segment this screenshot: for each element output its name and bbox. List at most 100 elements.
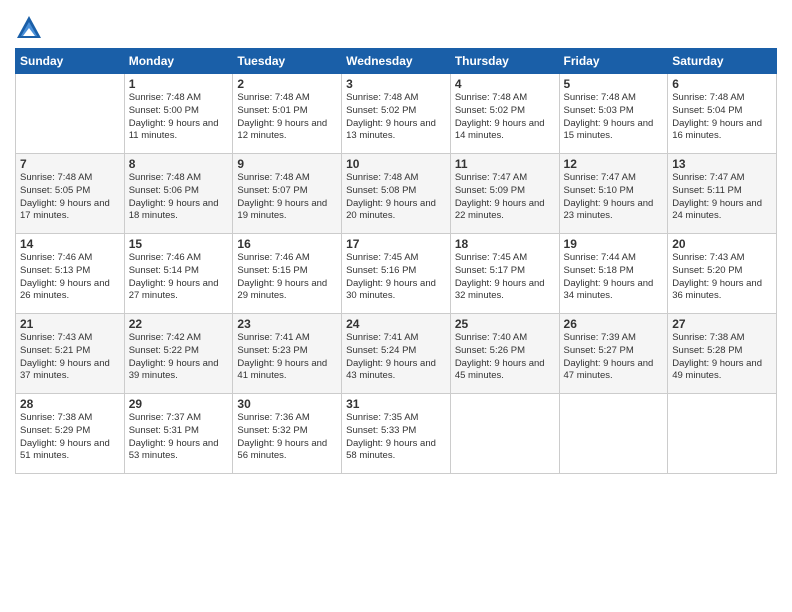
logo — [15, 14, 47, 42]
calendar-cell: 27Sunrise: 7:38 AM Sunset: 5:28 PM Dayli… — [668, 314, 777, 394]
day-number: 31 — [346, 397, 446, 411]
cell-info: Sunrise: 7:36 AM Sunset: 5:32 PM Dayligh… — [237, 412, 337, 463]
header-cell-monday: Monday — [124, 49, 233, 74]
day-number: 4 — [455, 77, 555, 91]
calendar-cell: 7Sunrise: 7:48 AM Sunset: 5:05 PM Daylig… — [16, 154, 125, 234]
calendar-cell: 2Sunrise: 7:48 AM Sunset: 5:01 PM Daylig… — [233, 74, 342, 154]
calendar-cell — [450, 394, 559, 474]
calendar-cell: 10Sunrise: 7:48 AM Sunset: 5:08 PM Dayli… — [342, 154, 451, 234]
day-number: 11 — [455, 157, 555, 171]
calendar-cell: 18Sunrise: 7:45 AM Sunset: 5:17 PM Dayli… — [450, 234, 559, 314]
calendar-cell: 25Sunrise: 7:40 AM Sunset: 5:26 PM Dayli… — [450, 314, 559, 394]
calendar-cell: 20Sunrise: 7:43 AM Sunset: 5:20 PM Dayli… — [668, 234, 777, 314]
calendar-cell: 6Sunrise: 7:48 AM Sunset: 5:04 PM Daylig… — [668, 74, 777, 154]
cell-info: Sunrise: 7:48 AM Sunset: 5:01 PM Dayligh… — [237, 92, 337, 143]
header-cell-friday: Friday — [559, 49, 668, 74]
cell-info: Sunrise: 7:39 AM Sunset: 5:27 PM Dayligh… — [564, 332, 664, 383]
day-number: 24 — [346, 317, 446, 331]
calendar-cell: 13Sunrise: 7:47 AM Sunset: 5:11 PM Dayli… — [668, 154, 777, 234]
calendar-cell — [559, 394, 668, 474]
day-number: 8 — [129, 157, 229, 171]
cell-info: Sunrise: 7:35 AM Sunset: 5:33 PM Dayligh… — [346, 412, 446, 463]
cell-info: Sunrise: 7:46 AM Sunset: 5:15 PM Dayligh… — [237, 252, 337, 303]
cell-info: Sunrise: 7:48 AM Sunset: 5:00 PM Dayligh… — [129, 92, 229, 143]
day-number: 25 — [455, 317, 555, 331]
cell-info: Sunrise: 7:40 AM Sunset: 5:26 PM Dayligh… — [455, 332, 555, 383]
calendar-cell: 22Sunrise: 7:42 AM Sunset: 5:22 PM Dayli… — [124, 314, 233, 394]
day-number: 30 — [237, 397, 337, 411]
calendar-cell: 30Sunrise: 7:36 AM Sunset: 5:32 PM Dayli… — [233, 394, 342, 474]
cell-info: Sunrise: 7:45 AM Sunset: 5:16 PM Dayligh… — [346, 252, 446, 303]
calendar-cell: 29Sunrise: 7:37 AM Sunset: 5:31 PM Dayli… — [124, 394, 233, 474]
day-number: 28 — [20, 397, 120, 411]
calendar-cell: 15Sunrise: 7:46 AM Sunset: 5:14 PM Dayli… — [124, 234, 233, 314]
day-number: 5 — [564, 77, 664, 91]
cell-info: Sunrise: 7:38 AM Sunset: 5:29 PM Dayligh… — [20, 412, 120, 463]
calendar-cell: 24Sunrise: 7:41 AM Sunset: 5:24 PM Dayli… — [342, 314, 451, 394]
calendar-cell: 28Sunrise: 7:38 AM Sunset: 5:29 PM Dayli… — [16, 394, 125, 474]
cell-info: Sunrise: 7:43 AM Sunset: 5:21 PM Dayligh… — [20, 332, 120, 383]
cell-info: Sunrise: 7:44 AM Sunset: 5:18 PM Dayligh… — [564, 252, 664, 303]
calendar-cell: 4Sunrise: 7:48 AM Sunset: 5:02 PM Daylig… — [450, 74, 559, 154]
cell-info: Sunrise: 7:45 AM Sunset: 5:17 PM Dayligh… — [455, 252, 555, 303]
cell-info: Sunrise: 7:37 AM Sunset: 5:31 PM Dayligh… — [129, 412, 229, 463]
cell-info: Sunrise: 7:48 AM Sunset: 5:02 PM Dayligh… — [455, 92, 555, 143]
calendar-cell: 1Sunrise: 7:48 AM Sunset: 5:00 PM Daylig… — [124, 74, 233, 154]
calendar-table: SundayMondayTuesdayWednesdayThursdayFrid… — [15, 48, 777, 474]
day-number: 29 — [129, 397, 229, 411]
calendar-cell: 16Sunrise: 7:46 AM Sunset: 5:15 PM Dayli… — [233, 234, 342, 314]
cell-info: Sunrise: 7:48 AM Sunset: 5:08 PM Dayligh… — [346, 172, 446, 223]
calendar-cell: 23Sunrise: 7:41 AM Sunset: 5:23 PM Dayli… — [233, 314, 342, 394]
day-number: 19 — [564, 237, 664, 251]
calendar-cell — [668, 394, 777, 474]
header — [15, 10, 777, 42]
calendar-cell: 11Sunrise: 7:47 AM Sunset: 5:09 PM Dayli… — [450, 154, 559, 234]
calendar-week-1: 7Sunrise: 7:48 AM Sunset: 5:05 PM Daylig… — [16, 154, 777, 234]
day-number: 15 — [129, 237, 229, 251]
cell-info: Sunrise: 7:42 AM Sunset: 5:22 PM Dayligh… — [129, 332, 229, 383]
calendar-week-2: 14Sunrise: 7:46 AM Sunset: 5:13 PM Dayli… — [16, 234, 777, 314]
header-cell-saturday: Saturday — [668, 49, 777, 74]
cell-info: Sunrise: 7:41 AM Sunset: 5:24 PM Dayligh… — [346, 332, 446, 383]
calendar-cell: 5Sunrise: 7:48 AM Sunset: 5:03 PM Daylig… — [559, 74, 668, 154]
cell-info: Sunrise: 7:46 AM Sunset: 5:13 PM Dayligh… — [20, 252, 120, 303]
calendar-cell: 12Sunrise: 7:47 AM Sunset: 5:10 PM Dayli… — [559, 154, 668, 234]
cell-info: Sunrise: 7:41 AM Sunset: 5:23 PM Dayligh… — [237, 332, 337, 383]
header-cell-thursday: Thursday — [450, 49, 559, 74]
calendar-cell: 14Sunrise: 7:46 AM Sunset: 5:13 PM Dayli… — [16, 234, 125, 314]
calendar-cell: 19Sunrise: 7:44 AM Sunset: 5:18 PM Dayli… — [559, 234, 668, 314]
cell-info: Sunrise: 7:46 AM Sunset: 5:14 PM Dayligh… — [129, 252, 229, 303]
cell-info: Sunrise: 7:48 AM Sunset: 5:03 PM Dayligh… — [564, 92, 664, 143]
day-number: 18 — [455, 237, 555, 251]
calendar-week-0: 1Sunrise: 7:48 AM Sunset: 5:00 PM Daylig… — [16, 74, 777, 154]
cell-info: Sunrise: 7:48 AM Sunset: 5:05 PM Dayligh… — [20, 172, 120, 223]
day-number: 1 — [129, 77, 229, 91]
calendar-body: 1Sunrise: 7:48 AM Sunset: 5:00 PM Daylig… — [16, 74, 777, 474]
day-number: 22 — [129, 317, 229, 331]
cell-info: Sunrise: 7:47 AM Sunset: 5:09 PM Dayligh… — [455, 172, 555, 223]
header-cell-tuesday: Tuesday — [233, 49, 342, 74]
day-number: 20 — [672, 237, 772, 251]
day-number: 2 — [237, 77, 337, 91]
cell-info: Sunrise: 7:47 AM Sunset: 5:11 PM Dayligh… — [672, 172, 772, 223]
header-row: SundayMondayTuesdayWednesdayThursdayFrid… — [16, 49, 777, 74]
day-number: 16 — [237, 237, 337, 251]
day-number: 27 — [672, 317, 772, 331]
day-number: 14 — [20, 237, 120, 251]
cell-info: Sunrise: 7:48 AM Sunset: 5:06 PM Dayligh… — [129, 172, 229, 223]
calendar-cell: 31Sunrise: 7:35 AM Sunset: 5:33 PM Dayli… — [342, 394, 451, 474]
header-cell-wednesday: Wednesday — [342, 49, 451, 74]
day-number: 21 — [20, 317, 120, 331]
day-number: 7 — [20, 157, 120, 171]
day-number: 6 — [672, 77, 772, 91]
day-number: 13 — [672, 157, 772, 171]
day-number: 12 — [564, 157, 664, 171]
cell-info: Sunrise: 7:47 AM Sunset: 5:10 PM Dayligh… — [564, 172, 664, 223]
calendar-cell: 21Sunrise: 7:43 AM Sunset: 5:21 PM Dayli… — [16, 314, 125, 394]
day-number: 3 — [346, 77, 446, 91]
day-number: 10 — [346, 157, 446, 171]
header-cell-sunday: Sunday — [16, 49, 125, 74]
calendar-cell: 17Sunrise: 7:45 AM Sunset: 5:16 PM Dayli… — [342, 234, 451, 314]
calendar-header: SundayMondayTuesdayWednesdayThursdayFrid… — [16, 49, 777, 74]
calendar-cell — [16, 74, 125, 154]
